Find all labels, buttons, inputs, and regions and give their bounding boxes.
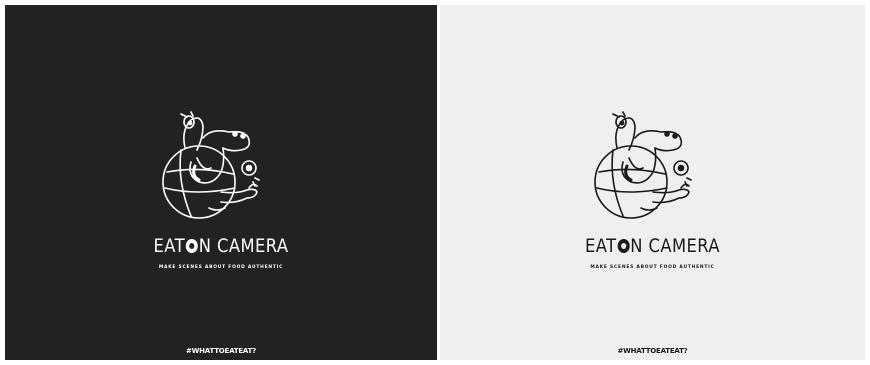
brand-wordmark: EAT N CAMERA [470, 235, 836, 257]
brand-hashtag: #WHATTOEATEAT? [185, 347, 257, 355]
brand-wordmark-part: EAT [153, 235, 186, 257]
brand-tagline: MAKE SCENES ABOUT FOOD AUTHENTIC [590, 265, 715, 270]
mascot-illustration-icon [593, 111, 692, 219]
camera-lens-o-icon [617, 239, 630, 253]
brand-wordmark-part: N CAMERA [630, 235, 720, 257]
brand-wordmark-part: N CAMERA [198, 235, 289, 257]
logo-presentation: EAT N CAMERA MAKE SCENES ABOUT FOOD AUTHE… [0, 0, 870, 365]
camera-lens-o-icon [185, 239, 198, 253]
brand-wordmark: EAT N CAMERA [35, 235, 407, 257]
mascot-illustration-icon [162, 111, 260, 219]
brand-hashtag: #WHATTOEATEAT? [617, 347, 688, 355]
light-logo-panel: EAT N CAMERA MAKE SCENES ABOUT FOOD AUTHE… [440, 5, 865, 360]
brand-wordmark-part: EAT [584, 235, 617, 257]
dark-logo-panel: EAT N CAMERA MAKE SCENES ABOUT FOOD AUTHE… [5, 5, 437, 360]
brand-tagline: MAKE SCENES ABOUT FOOD AUTHENTIC [158, 265, 284, 270]
